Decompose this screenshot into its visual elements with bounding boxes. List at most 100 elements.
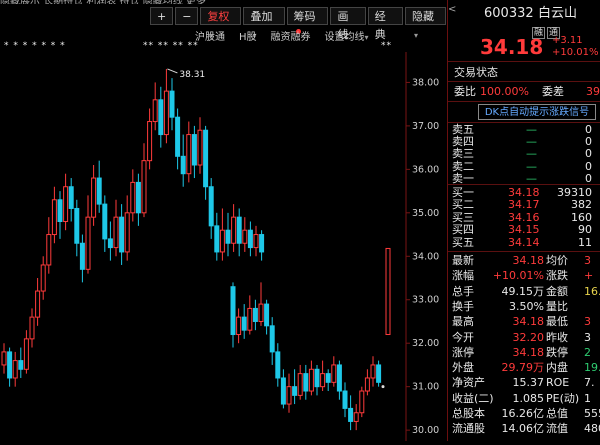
stat-label: 金额 <box>546 284 568 298</box>
stat-value: 29.79万 <box>501 361 545 375</box>
stat-label: 净资产 <box>452 376 485 390</box>
candle-body <box>314 368 320 388</box>
stat-value: 34.18 <box>512 315 545 329</box>
candle-body <box>57 199 63 223</box>
candle-body <box>135 181 141 214</box>
candle-body <box>219 229 225 253</box>
candle-body <box>18 360 24 370</box>
candle-body <box>303 373 309 392</box>
tab-ma-setting[interactable]: 设置均线▾ <box>325 28 369 43</box>
chip-label: 筹码 <box>293 10 316 23</box>
y-tick-label: 32.00 <box>412 338 439 349</box>
stock-code: 600332 <box>484 6 534 21</box>
stat-label: 流通股 <box>452 422 485 436</box>
high-annotation-label: 38.31 <box>179 70 205 80</box>
stat-label: ROE <box>546 376 570 390</box>
candle-body <box>342 390 348 409</box>
stat-label: 昨收 <box>546 330 568 344</box>
candle-body <box>102 203 108 240</box>
divider <box>448 81 600 82</box>
dk-signal-button[interactable]: DK点自动提示涨跌信号 <box>478 104 596 120</box>
candle-body <box>51 199 57 236</box>
candle-body <box>247 229 253 249</box>
divider <box>448 61 600 62</box>
candle-body <box>241 316 247 331</box>
candle-body <box>258 303 264 322</box>
tab-hgt[interactable]: 沪股通 <box>195 28 225 43</box>
chevron-down-icon: ▾ <box>413 31 418 40</box>
candle-body <box>336 364 342 392</box>
overlay-dropdown[interactable]: 叠加▾ <box>243 7 285 40</box>
stat-value: 7. <box>584 376 595 390</box>
candle-body <box>1 351 7 366</box>
stat-label: 量比 <box>546 299 568 313</box>
stat-label: 最新 <box>452 254 474 267</box>
candle-body <box>113 216 119 249</box>
y-tick-label: 30.00 <box>412 425 439 436</box>
divider <box>448 251 600 252</box>
stat-label: 最低 <box>546 315 568 329</box>
back-icon[interactable]: < <box>448 2 456 17</box>
candle-body <box>29 316 35 340</box>
drawline-button[interactable]: 画线 <box>330 7 366 41</box>
candle-body <box>359 390 365 414</box>
y-tick-label: 34.00 <box>412 251 439 262</box>
stat-value: 32.20 <box>512 330 545 344</box>
stat-row: 净资产 15.37 ROE 7. <box>448 375 600 390</box>
candle-body <box>158 99 164 136</box>
kline-svg: 38.00 37.00 36.00 35.00 34.00 33.00 32.00 31.00… <box>1 52 439 441</box>
last-price: 34.18 <box>480 35 544 59</box>
candle-body <box>214 225 220 253</box>
stat-label: 总股本 <box>452 407 485 420</box>
tab-margin[interactable]: 融资融券 <box>271 28 311 43</box>
adjust-dropdown[interactable]: 复权▾ <box>200 7 242 40</box>
candle-body <box>264 303 270 327</box>
stat-value: 1.085 <box>512 391 545 405</box>
stat-row: 流通股 14.06亿流值 480 <box>448 421 600 436</box>
candle-body <box>376 364 382 383</box>
candle-body <box>208 186 214 227</box>
candle-body <box>124 212 130 253</box>
kline-chart[interactable]: 38.00 37.00 36.00 35.00 34.00 33.00 32.00 31.00… <box>0 52 446 441</box>
toolbar-clipped-row: 隐藏展示 长期持仓 利润表 持仓 隐藏均线 更多 <box>0 0 446 4</box>
stock-name: 白云山 <box>538 6 578 21</box>
stat-value: 480 <box>584 422 600 436</box>
classic-button[interactable]: 经典 <box>367 7 403 41</box>
candle-body <box>91 177 97 218</box>
candle-body <box>236 316 242 336</box>
hide-dropdown[interactable]: 隐藏 ▾ <box>404 7 446 40</box>
bid-volume: 11 <box>578 235 592 249</box>
stat-value: 34.18 <box>512 345 545 359</box>
stat-label: 涨幅 <box>452 269 474 283</box>
stat-row: 总股本 16.26亿总值 555 <box>448 406 600 421</box>
chip-button[interactable]: 筹码 <box>286 7 329 34</box>
stat-label: 今开 <box>452 330 474 344</box>
stat-label: 涨跌 <box>546 269 568 283</box>
candle-body <box>230 286 236 336</box>
candle-body <box>259 234 265 253</box>
candle-body <box>197 129 203 166</box>
zoom-out-button[interactable]: − <box>175 7 199 25</box>
high-annotation-line <box>167 68 178 74</box>
diff-value: 39 <box>586 85 600 98</box>
stat-value: 3.50% <box>509 299 544 313</box>
bid-price: 34.14 <box>508 235 540 249</box>
stat-label: 内盘 <box>546 361 568 375</box>
tab-h-share[interactable]: H股 <box>239 28 257 43</box>
stat-row: 换手 3.50% 量比 <box>448 299 600 314</box>
stat-value: +10.01% <box>492 269 544 283</box>
zoom-in-button[interactable]: + <box>150 7 174 25</box>
stat-label: 最高 <box>452 315 474 329</box>
status-label: 交易状态 <box>454 66 498 79</box>
candle-body <box>203 129 209 188</box>
candle-body <box>320 373 326 388</box>
price-change-pct: +10.01% <box>552 47 599 58</box>
stat-label: 流值 <box>546 422 568 436</box>
hide-label: 隐藏 <box>411 10 434 23</box>
cursor-marker <box>381 385 385 389</box>
candle-body <box>141 160 147 214</box>
candle-body <box>331 364 337 383</box>
bid-row: 买五 34.14 11 <box>448 235 600 250</box>
candle-body <box>286 386 292 405</box>
candle-body <box>74 207 80 244</box>
